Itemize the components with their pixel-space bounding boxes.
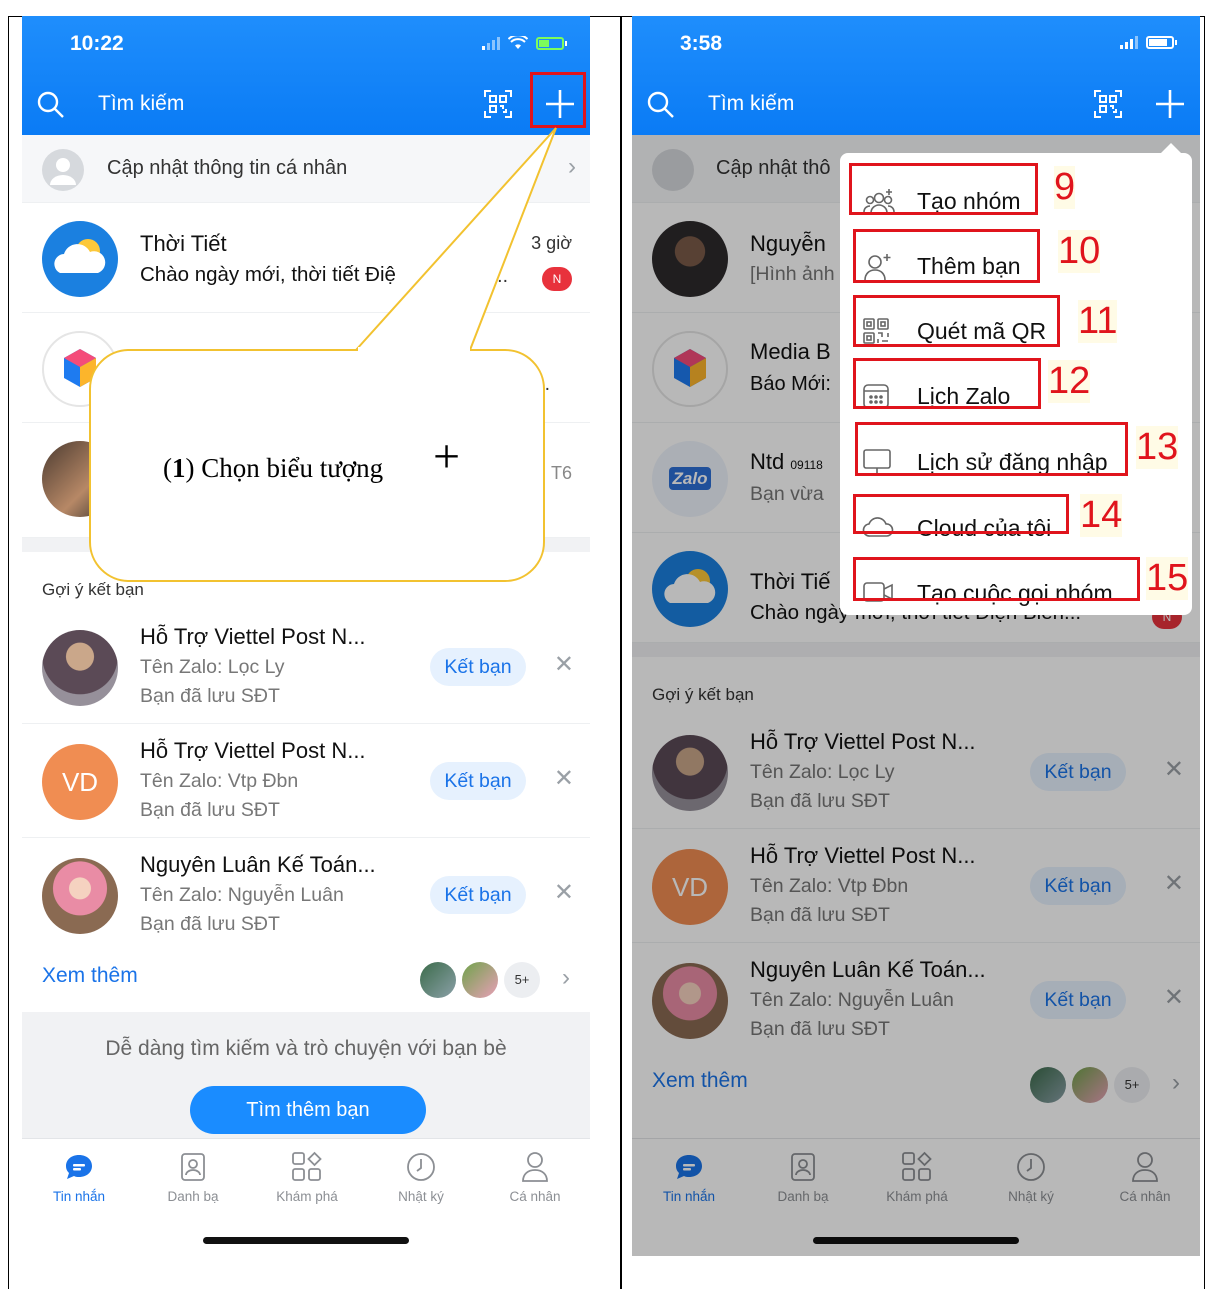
status-icons <box>1120 36 1177 49</box>
highlight-my-cloud <box>853 494 1069 534</box>
step-number-9: 9 <box>1054 166 1076 209</box>
battery-icon <box>1146 36 1177 49</box>
plus-button[interactable] <box>1150 84 1190 124</box>
signal-icon <box>1120 36 1138 49</box>
highlight-scan-qr <box>853 295 1060 347</box>
step-number-11: 11 <box>1078 300 1118 343</box>
header: 3:58 Tìm kiếm <box>632 16 1200 135</box>
highlight-zalo-calendar <box>853 358 1041 409</box>
highlight-group-call <box>853 557 1140 601</box>
step-number-15: 15 <box>1146 557 1189 600</box>
instruction-callout: (1) Chọn biểu tượng + <box>89 349 545 582</box>
search-icon[interactable] <box>646 90 676 120</box>
search-placeholder[interactable]: Tìm kiếm <box>708 92 794 116</box>
plus-icon <box>1156 90 1184 118</box>
step-number-14: 14 <box>1080 494 1123 537</box>
highlight-login-history <box>855 422 1128 476</box>
status-time: 3:58 <box>680 32 723 55</box>
qr-scan-icon[interactable] <box>1094 90 1122 118</box>
highlight-create-group <box>849 163 1038 215</box>
highlight-add-friend <box>853 229 1040 283</box>
callout-plus-symbol: + <box>433 430 461 483</box>
step-number-13: 13 <box>1136 426 1179 469</box>
step-number-10: 10 <box>1058 230 1101 273</box>
step-number-12: 12 <box>1048 360 1091 403</box>
callout-text: (1) Chọn biểu tượng <box>163 453 384 483</box>
